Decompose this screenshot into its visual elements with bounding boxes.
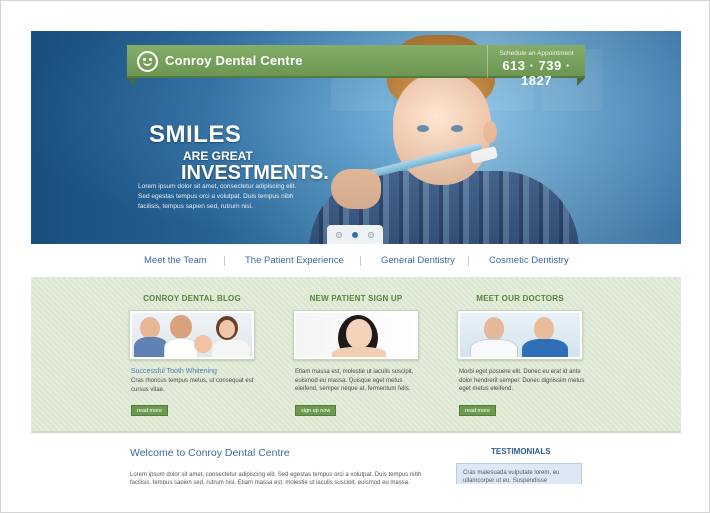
person-hands	[332, 347, 386, 357]
nav-general-dentistry[interactable]: General Dentistry	[381, 255, 455, 266]
column-text: Morbi eget posuere elit. Donec eu erat i…	[459, 369, 585, 392]
slide-dot-active[interactable]	[352, 232, 358, 238]
smiling-woman-photo[interactable]	[293, 310, 419, 360]
blog-post-link[interactable]: Successful Tooth Whitening	[131, 368, 217, 375]
person-body	[134, 337, 168, 357]
testimonials-heading: TESTIMONIALS	[491, 447, 551, 456]
slide-dot[interactable]	[368, 232, 374, 238]
slide-dot[interactable]	[336, 232, 342, 238]
tagline-line-1: SMILES	[149, 121, 242, 148]
person-head	[346, 319, 372, 349]
doctors-photo[interactable]	[457, 310, 583, 360]
person-body	[470, 339, 518, 357]
nav-separator	[468, 256, 469, 266]
person-head	[534, 317, 554, 341]
read-more-button[interactable]: read more	[459, 405, 497, 416]
smiley-logo-icon[interactable]	[137, 51, 158, 72]
column-text: Cras rhoncus tempus metus, ut consequat …	[131, 378, 254, 393]
column-text: Etiam massa est, molestie ut iaculis sus…	[295, 369, 414, 392]
ribbon-fold	[127, 78, 135, 86]
slider-pagination	[327, 225, 383, 244]
website: Conroy Dental Centre Schedule an Appoint…	[31, 31, 681, 484]
nav-cosmetic-dentistry[interactable]: Cosmetic Dentistry	[489, 255, 569, 266]
hero-tagline: SMILES ARE GREAT INVESTMENTS.	[149, 121, 329, 184]
testimonial-quote: Cras malesuada vulputate lorem, eu ullam…	[456, 463, 582, 484]
person-head	[194, 335, 212, 353]
nav-separator	[360, 256, 361, 266]
person-head	[140, 317, 160, 339]
column-title: CONROY DENTAL BLOG	[143, 294, 241, 303]
brand-ribbon: Conroy Dental Centre Schedule an Appoint…	[127, 45, 585, 88]
family-photo[interactable]	[129, 310, 255, 360]
tagline-line-2: ARE GREAT	[183, 149, 253, 163]
nav-meet-the-team[interactable]: Meet the Team	[144, 255, 207, 266]
person-body	[522, 339, 568, 357]
column-title: MEET OUR DOCTORS	[476, 294, 564, 303]
nav-patient-experience[interactable]: The Patient Experience	[245, 255, 344, 266]
sign-up-button[interactable]: sign up now	[295, 405, 337, 416]
hero-blurb: Lorem ipsum dolor sit amet, consectetur …	[138, 183, 297, 210]
welcome-text: Lorem ipsum dolor sit amet, consectetur …	[130, 472, 422, 484]
welcome-heading: Welcome to Conroy Dental Centre	[130, 447, 290, 459]
nav-separator	[224, 256, 225, 266]
hero-banner: Conroy Dental Centre Schedule an Appoint…	[31, 31, 681, 244]
column-title: NEW PATIENT SIGN UP	[309, 294, 403, 303]
site-title[interactable]: Conroy Dental Centre	[165, 53, 303, 68]
appointment-label: Schedule an Appointment	[499, 50, 574, 57]
person-body	[212, 340, 250, 357]
phone-number[interactable]: 613 · 739 · 1827	[488, 58, 585, 88]
appointment-box[interactable]: Schedule an Appointment 613 · 739 · 1827	[487, 45, 585, 88]
person-head	[170, 315, 192, 339]
main-navigation: Meet the Team The Patient Experience Gen…	[31, 244, 681, 278]
tagline-line-3: INVESTMENTS.	[181, 162, 329, 184]
lower-section: Welcome to Conroy Dental Centre Lorem ip…	[31, 431, 681, 484]
screenshot-frame: Conroy Dental Centre Schedule an Appoint…	[0, 0, 710, 513]
person-head	[484, 317, 504, 341]
person-body	[164, 338, 198, 357]
read-more-button[interactable]: read more	[131, 405, 169, 416]
feature-columns: CONROY DENTAL BLOG Successful Tooth Whit…	[31, 278, 681, 431]
person-head	[219, 320, 235, 338]
